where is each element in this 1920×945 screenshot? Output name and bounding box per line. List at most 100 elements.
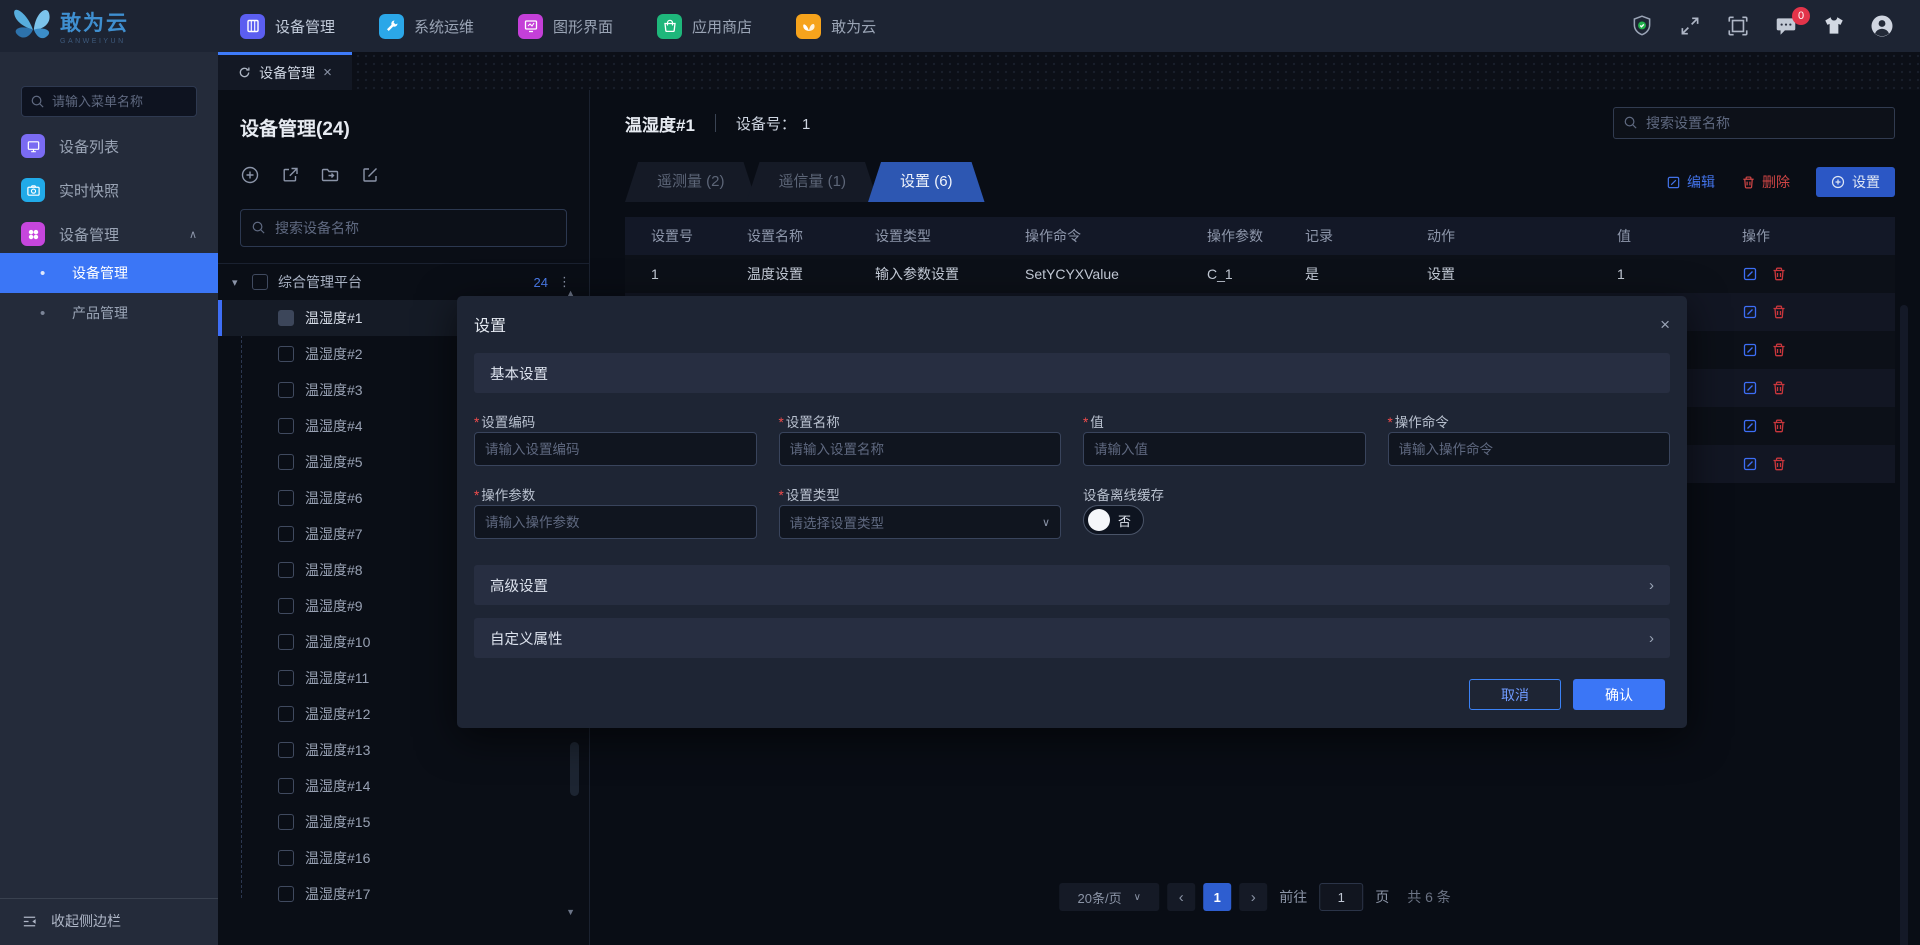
- sidebar-item-device-group[interactable]: 设备管理 ∧: [0, 215, 218, 253]
- nav-item-device-manage[interactable]: 设备管理: [218, 0, 357, 52]
- current-page-button[interactable]: 1: [1203, 883, 1232, 911]
- add-setting-button[interactable]: 设置: [1816, 167, 1895, 197]
- theme-shirt-icon[interactable]: [1822, 14, 1846, 38]
- row-delete-icon[interactable]: [1771, 456, 1787, 472]
- row-delete-icon[interactable]: [1771, 380, 1787, 396]
- offline-cache-toggle[interactable]: 否: [1083, 505, 1145, 535]
- page-size-select[interactable]: 20条/页 ∨: [1059, 883, 1160, 911]
- device-checkbox[interactable]: [278, 706, 294, 722]
- settings-search-input[interactable]: [1613, 107, 1895, 139]
- row-delete-icon[interactable]: [1771, 418, 1787, 434]
- refresh-icon[interactable]: [238, 66, 251, 79]
- tree-device-row[interactable]: 温湿度#14: [218, 768, 589, 804]
- field-input[interactable]: [474, 505, 757, 539]
- row-edit-icon[interactable]: [1742, 380, 1758, 396]
- cancel-button[interactable]: 取消: [1469, 679, 1561, 710]
- section-basic-settings: 基本设置: [474, 353, 1670, 393]
- nav-item-graphic-ui[interactable]: 图形界面: [496, 0, 635, 52]
- close-icon[interactable]: ×: [1660, 316, 1670, 333]
- data-tab-item[interactable]: 遥测量 (2): [625, 162, 757, 202]
- sidebar-subitem-active[interactable]: • 设备管理: [0, 253, 218, 293]
- next-page-button[interactable]: ›: [1239, 883, 1268, 911]
- snapshot-icon: [21, 178, 45, 202]
- screenshot-frame-icon[interactable]: [1726, 14, 1750, 38]
- tree-device-row[interactable]: 温湿度#13: [218, 732, 589, 768]
- data-tab-item[interactable]: 遥信量 (1): [747, 162, 879, 202]
- export-icon[interactable]: [280, 165, 300, 185]
- sidebar-menu: 设备列表实时快照设备管理 ∧: [0, 127, 218, 253]
- device-checkbox[interactable]: [278, 418, 294, 434]
- messages-icon[interactable]: 0: [1774, 7, 1810, 38]
- edit-button[interactable]: 编辑: [1666, 172, 1715, 192]
- row-edit-icon[interactable]: [1742, 418, 1758, 434]
- field-label: * 设置编码: [474, 411, 757, 432]
- tree-device-row[interactable]: 温湿度#17: [218, 876, 589, 912]
- batch-edit-icon[interactable]: [360, 165, 380, 185]
- chevron-down-icon[interactable]: ▾: [232, 276, 252, 289]
- add-device-icon[interactable]: [240, 165, 260, 185]
- device-checkbox[interactable]: [278, 814, 294, 830]
- tree-root-row[interactable]: ▾ 综合管理平台 24 ⋮: [218, 264, 589, 300]
- sidebar-subitem-item[interactable]: • 产品管理: [0, 293, 218, 333]
- row-edit-icon[interactable]: [1742, 266, 1758, 282]
- scroll-down-icon[interactable]: ▼: [566, 907, 575, 917]
- nav-item-app-store[interactable]: 应用商店: [635, 0, 774, 52]
- device-search-input[interactable]: [240, 209, 567, 247]
- device-checkbox[interactable]: [278, 634, 294, 650]
- device-checkbox[interactable]: [278, 850, 294, 866]
- field-input[interactable]: [1387, 432, 1670, 466]
- tree-device-row[interactable]: 温湿度#16: [218, 840, 589, 876]
- security-shield-icon[interactable]: [1630, 14, 1654, 38]
- section-advanced-label: 高级设置: [490, 578, 548, 595]
- field-input[interactable]: [1083, 432, 1366, 466]
- tree-device-row[interactable]: 温湿度#15: [218, 804, 589, 840]
- row-edit-icon[interactable]: [1742, 456, 1758, 472]
- settings-search: [1613, 107, 1895, 139]
- nav-item-system-ops[interactable]: 系统运维: [357, 0, 496, 52]
- toggle-knob: [1088, 509, 1110, 531]
- device-label: 温湿度#10: [305, 634, 371, 650]
- user-avatar[interactable]: [1870, 14, 1894, 38]
- device-checkbox[interactable]: [278, 454, 294, 470]
- confirm-button[interactable]: 确认: [1573, 679, 1665, 710]
- move-to-folder-icon[interactable]: [320, 165, 340, 185]
- field-select[interactable]: 请选择设置类型 ∨: [778, 505, 1061, 539]
- sidebar-item-device-list[interactable]: 设备列表: [0, 127, 218, 165]
- section-advanced-settings[interactable]: 高级设置 ›: [474, 565, 1670, 605]
- device-checkbox[interactable]: [278, 670, 294, 686]
- field-input[interactable]: [474, 432, 757, 466]
- fullscreen-icon[interactable]: [1678, 14, 1702, 38]
- delete-button[interactable]: 删除: [1741, 172, 1790, 192]
- sidebar-item-snapshot[interactable]: 实时快照: [0, 171, 218, 209]
- device-checkbox[interactable]: [278, 778, 294, 794]
- collapse-sidebar-button[interactable]: 收起侧边栏: [0, 898, 218, 945]
- section-custom-attributes[interactable]: 自定义属性 ›: [474, 618, 1670, 658]
- main-scrollbar[interactable]: [1900, 305, 1908, 945]
- topbar: 敢为云 GANWEIYUN 设备管理 系统运维 图形界面 应用商店 敢为云 0: [0, 0, 1920, 52]
- tab-close-icon[interactable]: ×: [323, 64, 332, 81]
- root-checkbox[interactable]: [252, 274, 268, 290]
- device-checkbox[interactable]: [278, 310, 294, 326]
- menu-search-input[interactable]: [21, 86, 197, 117]
- row-edit-icon[interactable]: [1742, 342, 1758, 358]
- prev-page-button[interactable]: ‹: [1167, 883, 1196, 911]
- field-input[interactable]: [778, 432, 1061, 466]
- row-delete-icon[interactable]: [1771, 304, 1787, 320]
- goto-page-input[interactable]: [1319, 883, 1364, 911]
- nav-item-ganweiyun[interactable]: 敢为云: [774, 0, 898, 52]
- device-checkbox[interactable]: [278, 382, 294, 398]
- device-checkbox[interactable]: [278, 346, 294, 362]
- device-checkbox[interactable]: [278, 526, 294, 542]
- row-delete-icon[interactable]: [1771, 266, 1787, 282]
- data-tab-active[interactable]: 设置 (6): [868, 162, 985, 202]
- tree-scrollbar-thumb[interactable]: [570, 742, 579, 796]
- device-checkbox[interactable]: [278, 886, 294, 902]
- row-delete-icon[interactable]: [1771, 342, 1787, 358]
- page-tab-device-management[interactable]: 设备管理 ×: [218, 52, 352, 90]
- device-checkbox[interactable]: [278, 742, 294, 758]
- device-checkbox[interactable]: [278, 562, 294, 578]
- device-checkbox[interactable]: [278, 598, 294, 614]
- device-checkbox[interactable]: [278, 490, 294, 506]
- form-field: 设备离线缓存否: [1083, 466, 1366, 539]
- row-edit-icon[interactable]: [1742, 304, 1758, 320]
